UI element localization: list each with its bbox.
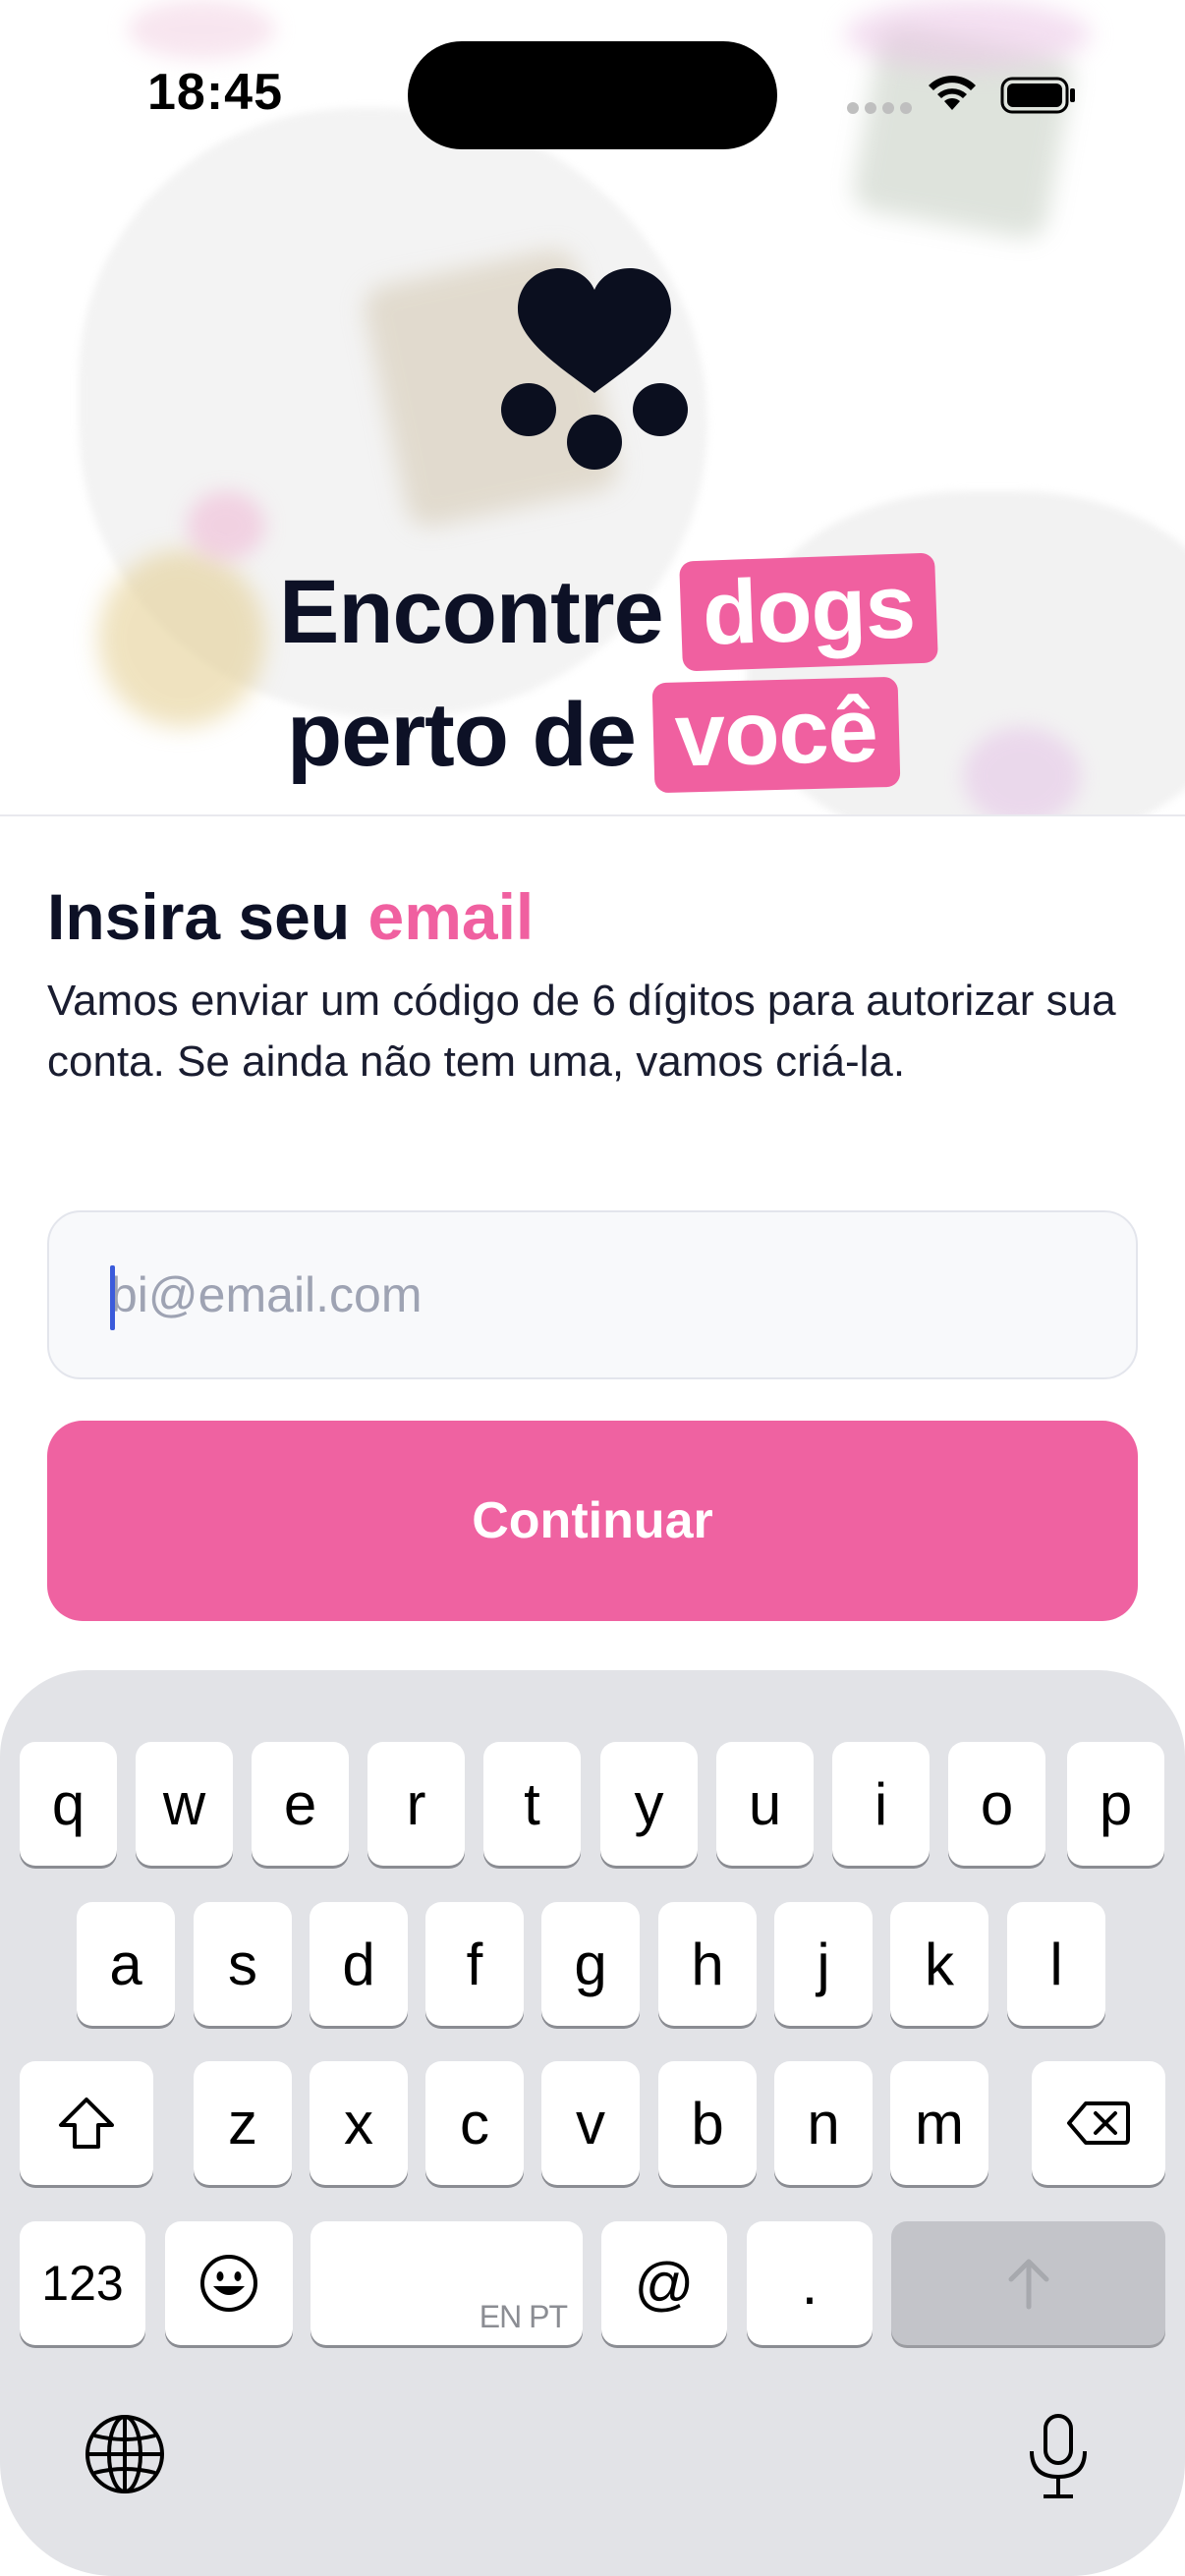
form-title-text: Insira seu: [47, 880, 351, 953]
key-d[interactable]: d: [310, 1902, 408, 2026]
key-g[interactable]: g: [541, 1902, 640, 2026]
key-t[interactable]: t: [483, 1742, 581, 1866]
key-v[interactable]: v: [541, 2061, 640, 2185]
form-title-accent: email: [367, 880, 535, 953]
space-language-label: EN PT: [479, 2299, 568, 2334]
blurred-dog-photo: [98, 550, 265, 727]
email-field[interactable]: [47, 1210, 1138, 1379]
key-r[interactable]: r: [367, 1742, 465, 1866]
backspace-icon: [1067, 2101, 1130, 2145]
headline-line-1: Encontre dogs: [279, 552, 938, 672]
numbers-key[interactable]: 123: [20, 2221, 145, 2345]
key-m[interactable]: m: [890, 2061, 988, 2185]
return-key[interactable]: [891, 2221, 1165, 2345]
cellular-signal-icon: [847, 102, 912, 114]
dynamic-island: [408, 41, 777, 149]
key-o[interactable]: o: [948, 1742, 1045, 1866]
key-a[interactable]: a: [77, 1902, 175, 2026]
key-j[interactable]: j: [774, 1902, 873, 2026]
status-bar: 18:45: [0, 0, 1185, 187]
emoji-icon: [200, 2255, 257, 2312]
headline-text: Encontre: [279, 561, 664, 662]
form-title: Insira seu email: [47, 879, 534, 954]
dot-key[interactable]: .: [747, 2221, 873, 2345]
key-u[interactable]: u: [716, 1742, 814, 1866]
backspace-key[interactable]: [1032, 2061, 1165, 2185]
key-n[interactable]: n: [774, 2061, 873, 2185]
headline-text: perto de: [287, 684, 637, 785]
key-z[interactable]: z: [194, 2061, 292, 2185]
key-p[interactable]: p: [1067, 1742, 1164, 1866]
paw-heart-logo-icon: [501, 268, 688, 470]
key-f[interactable]: f: [425, 1902, 524, 2026]
blurred-decoration: [187, 491, 265, 560]
form-description: Vamos enviar um código de 6 dígitos para…: [47, 977, 1116, 1086]
key-s[interactable]: s: [194, 1902, 292, 2026]
at-key[interactable]: @: [601, 2221, 727, 2345]
key-w[interactable]: w: [136, 1742, 233, 1866]
headline-line-2: perto de você: [287, 676, 901, 794]
hero-section: 18:45 Encontre dogs perto de você: [0, 0, 1185, 815]
key-q[interactable]: q: [20, 1742, 117, 1866]
key-e[interactable]: e: [252, 1742, 349, 1866]
text-cursor: [110, 1265, 115, 1330]
headline-highlight: dogs: [678, 552, 938, 672]
microphone-icon[interactable]: [1024, 2412, 1093, 2500]
email-input[interactable]: [110, 1212, 1073, 1377]
key-y[interactable]: y: [600, 1742, 698, 1866]
battery-icon: [1000, 77, 1075, 114]
emoji-key[interactable]: [165, 2221, 293, 2345]
globe-icon[interactable]: [83, 2412, 167, 2496]
key-x[interactable]: x: [310, 2061, 408, 2185]
wifi-icon: [929, 76, 976, 110]
key-i[interactable]: i: [832, 1742, 930, 1866]
key-h[interactable]: h: [658, 1902, 757, 2026]
headline-highlight: você: [651, 676, 901, 794]
continue-button[interactable]: Continuar: [47, 1421, 1138, 1621]
key-b[interactable]: b: [658, 2061, 757, 2185]
shift-key[interactable]: [20, 2061, 153, 2185]
key-l[interactable]: l: [1007, 1902, 1105, 2026]
section-divider: [0, 814, 1185, 816]
space-key[interactable]: EN PT: [310, 2221, 583, 2345]
status-time: 18:45: [147, 64, 283, 121]
blurred-decoration: [963, 727, 1081, 815]
key-k[interactable]: k: [890, 1902, 988, 2026]
shift-icon: [59, 2098, 114, 2149]
key-c[interactable]: c: [425, 2061, 524, 2185]
arrow-up-icon: [1008, 2259, 1048, 2310]
